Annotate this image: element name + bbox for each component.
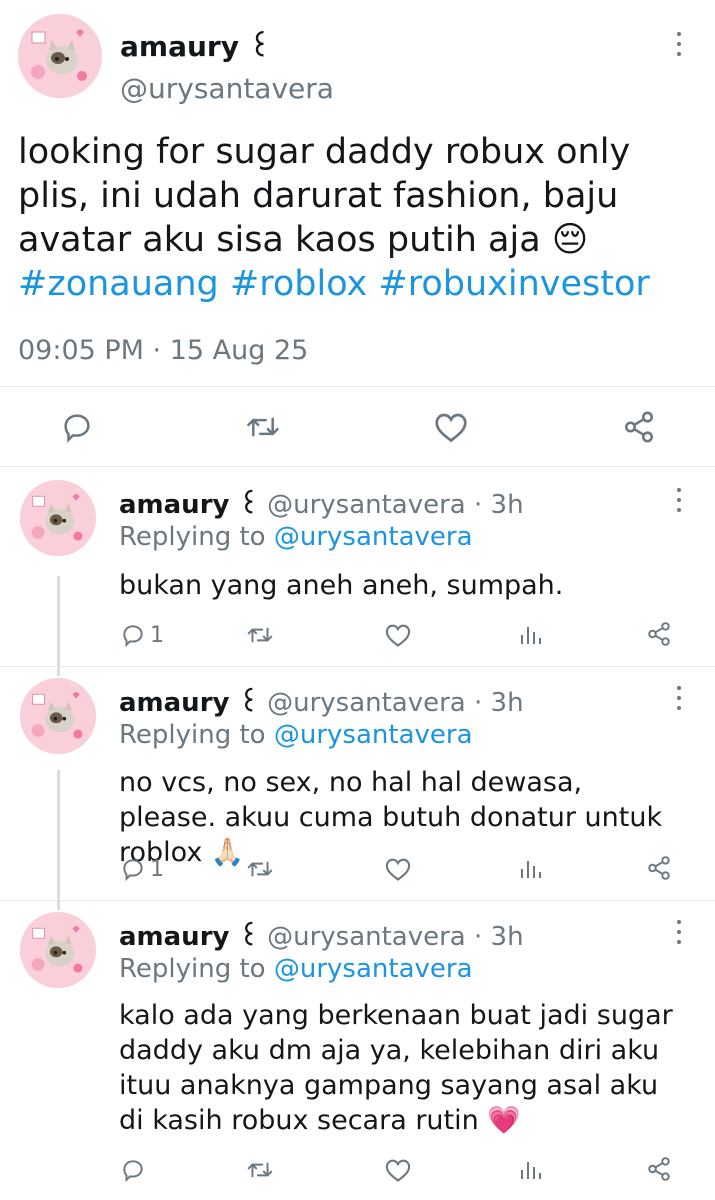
- replying-handle[interactable]: @urysantavera: [274, 954, 473, 984]
- reply-text: kalo ada yang berkenaan buat jadi sugar …: [119, 1000, 673, 1136]
- author-handle[interactable]: @urysantavera: [120, 72, 334, 105]
- author-handle[interactable]: @urysantavera: [267, 490, 466, 520]
- share-icon[interactable]: [646, 855, 672, 881]
- more-options-icon[interactable]: [672, 488, 686, 512]
- retweet-icon[interactable]: [246, 1157, 274, 1183]
- replying-label: Replying to: [119, 522, 266, 552]
- avatar[interactable]: [20, 912, 96, 988]
- reply-count: 1: [150, 623, 164, 648]
- share-icon[interactable]: [622, 410, 656, 444]
- divider: [0, 386, 715, 387]
- tweet-hashtags[interactable]: #zonauang #roblox #robuxinvestor: [18, 264, 650, 304]
- more-options-icon[interactable]: [672, 920, 686, 944]
- author-name[interactable]: amaury ꒰: [119, 490, 259, 520]
- like-icon[interactable]: [433, 410, 469, 444]
- replying-to: Replying to @urysantavera: [119, 954, 473, 984]
- divider: [0, 466, 715, 467]
- divider: [0, 900, 715, 901]
- avatar[interactable]: [20, 678, 96, 754]
- retweet-icon[interactable]: [246, 856, 274, 882]
- reply-icon[interactable]: [60, 410, 94, 444]
- tweet-body: looking for sugar daddy robux only plis,…: [18, 132, 631, 260]
- reply-icon[interactable]: [120, 622, 146, 648]
- tweet-text: looking for sugar daddy robux only plis,…: [18, 130, 708, 306]
- divider: [0, 666, 715, 667]
- share-icon[interactable]: [646, 1156, 672, 1182]
- like-icon[interactable]: [384, 856, 412, 882]
- analytics-icon[interactable]: [518, 622, 542, 648]
- analytics-icon[interactable]: [518, 856, 542, 882]
- replying-to: Replying to @urysantavera: [119, 720, 473, 750]
- avatar[interactable]: [18, 14, 102, 98]
- reply-icon[interactable]: [120, 856, 146, 882]
- share-icon[interactable]: [646, 621, 672, 647]
- reply-icon[interactable]: [120, 1157, 146, 1183]
- author-handle[interactable]: @urysantavera: [267, 688, 466, 718]
- like-icon[interactable]: [384, 622, 412, 648]
- replying-handle[interactable]: @urysantavera: [274, 522, 473, 552]
- reply-text: bukan yang aneh aneh, sumpah.: [119, 570, 564, 601]
- retweet-icon[interactable]: [245, 410, 281, 444]
- author-name[interactable]: amaury ꒰: [119, 922, 259, 952]
- reply-header: amaury ꒰ @urysantavera · 3h: [119, 918, 524, 952]
- analytics-icon[interactable]: [518, 1157, 542, 1183]
- more-options-icon[interactable]: [672, 686, 686, 710]
- tweet-time: · 3h: [474, 490, 524, 520]
- reply-header: amaury ꒰ @urysantavera · 3h: [119, 684, 524, 718]
- like-icon[interactable]: [384, 1157, 412, 1183]
- reply-header: amaury ꒰ @urysantavera · 3h: [119, 486, 524, 520]
- reply-count: 1: [150, 857, 164, 882]
- replying-to: Replying to @urysantavera: [119, 522, 473, 552]
- thread-line: [57, 770, 60, 910]
- reply-text: no vcs, no sex, no hal hal dewasa, pleas…: [119, 767, 663, 868]
- replying-label: Replying to: [119, 954, 266, 984]
- author-name[interactable]: amaury ꒰: [119, 688, 259, 718]
- more-options-icon[interactable]: [672, 32, 686, 56]
- retweet-icon[interactable]: [246, 622, 274, 648]
- tweet-timestamp: 09:05 PM · 15 Aug 25: [18, 335, 309, 366]
- thread-line: [57, 576, 60, 676]
- author-handle[interactable]: @urysantavera: [267, 922, 466, 952]
- replying-label: Replying to: [119, 720, 266, 750]
- tweet-time: · 3h: [474, 688, 524, 718]
- avatar[interactable]: [20, 480, 96, 556]
- replying-handle[interactable]: @urysantavera: [274, 720, 473, 750]
- author-name[interactable]: amaury ꒰: [120, 26, 271, 63]
- tweet-time: · 3h: [474, 922, 524, 952]
